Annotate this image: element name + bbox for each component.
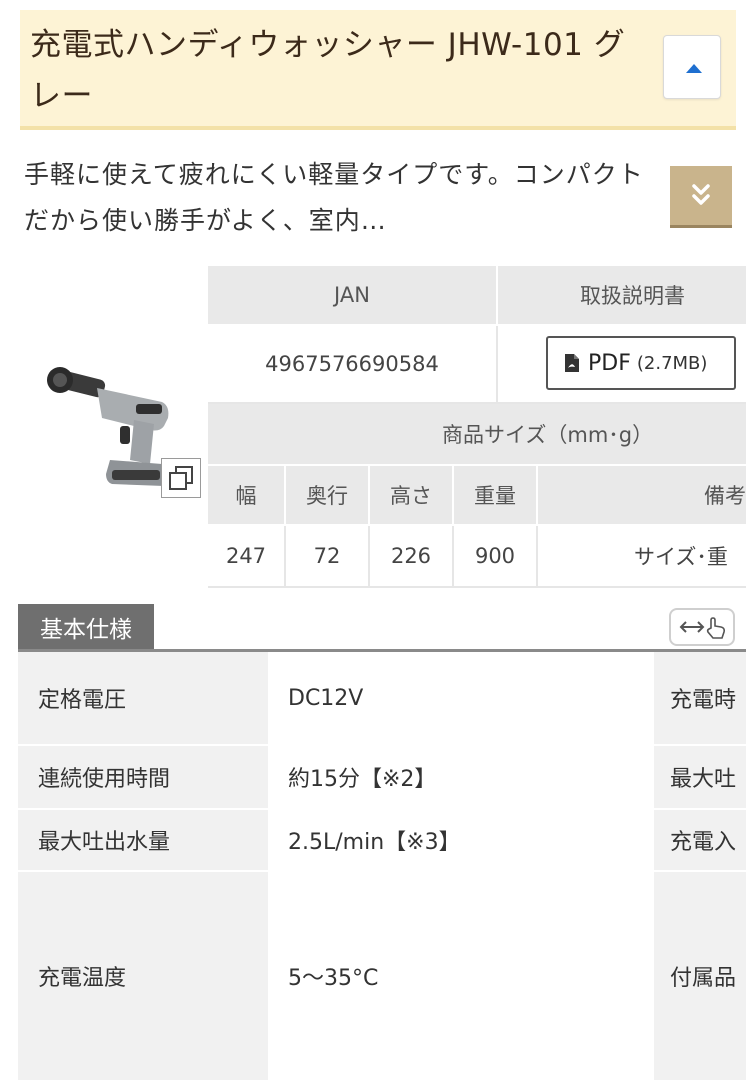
product-description: 手軽に使えて疲れにくい軽量タイプです。コンパクトだから使い勝手がよく、室内…	[24, 160, 644, 235]
spec-key-max-pressure: 最大吐	[654, 746, 746, 808]
pdf-file-icon	[565, 354, 579, 372]
size-col-width: 幅	[208, 466, 284, 524]
spec-key-charge-temp: 充電温度	[18, 872, 268, 1080]
spec-key-max-flow: 最大吐出水量	[18, 810, 268, 870]
spec-key-charge-input: 充電入	[654, 810, 746, 870]
copy-icon	[169, 466, 193, 490]
size-value-weight: 900	[454, 526, 536, 586]
spec-value-runtime: 約15分【※2】	[270, 746, 652, 808]
spec-key-charge-time: 充電時	[654, 652, 746, 744]
size-value-width: 247	[208, 526, 284, 586]
cell-divider	[452, 526, 454, 586]
horizontal-scroll-hint	[669, 608, 735, 646]
cell-divider	[536, 526, 538, 586]
manual-header: 取扱説明書	[498, 266, 746, 324]
enlarge-image-button[interactable]	[161, 458, 201, 498]
spec-key-runtime: 連続使用時間	[18, 746, 268, 808]
jan-value: 4967576690584	[208, 326, 496, 402]
jan-header: JAN	[208, 266, 496, 324]
size-value-height: 226	[370, 526, 452, 586]
product-title-bar: 充電式ハンディウォッシャー JHW-101 グレー	[20, 10, 736, 130]
caret-up-icon	[686, 64, 702, 73]
size-col-height: 高さ	[370, 466, 452, 524]
size-col-weight: 重量	[454, 466, 536, 524]
cell-divider	[496, 326, 498, 402]
spec-value-rated-voltage: DC12V	[270, 652, 652, 744]
pdf-label: PDF	[588, 350, 631, 376]
cell-divider	[284, 526, 286, 586]
double-chevron-down-icon	[692, 184, 710, 205]
manual-pdf-button[interactable]: PDF (2.7MB)	[546, 336, 736, 390]
size-value-depth: 72	[286, 526, 368, 586]
spec-key-rated-voltage: 定格電圧	[18, 652, 268, 744]
pdf-file-size: (2.7MB)	[636, 352, 708, 374]
cell-divider	[368, 526, 370, 586]
row-divider	[208, 586, 746, 588]
size-col-notes: 備考	[538, 466, 746, 524]
spec-key-accessories: 付属品	[654, 872, 746, 1080]
spec-value-max-flow: 2.5L/min【※3】	[270, 810, 652, 870]
size-header: 商品サイズ（mm･g）	[208, 404, 746, 464]
scroll-top-button[interactable]	[663, 35, 721, 99]
swipe-hand-icon	[679, 617, 725, 639]
product-title: 充電式ハンディウォッシャー JHW-101 グレー	[30, 27, 626, 114]
spec-value-charge-temp: 5〜35°C	[270, 872, 652, 1080]
size-value-notes: サイズ･重	[538, 526, 746, 586]
spec-section-tab: 基本仕様	[18, 604, 154, 650]
size-col-depth: 奥行	[286, 466, 368, 524]
expand-description-button[interactable]	[670, 166, 732, 228]
